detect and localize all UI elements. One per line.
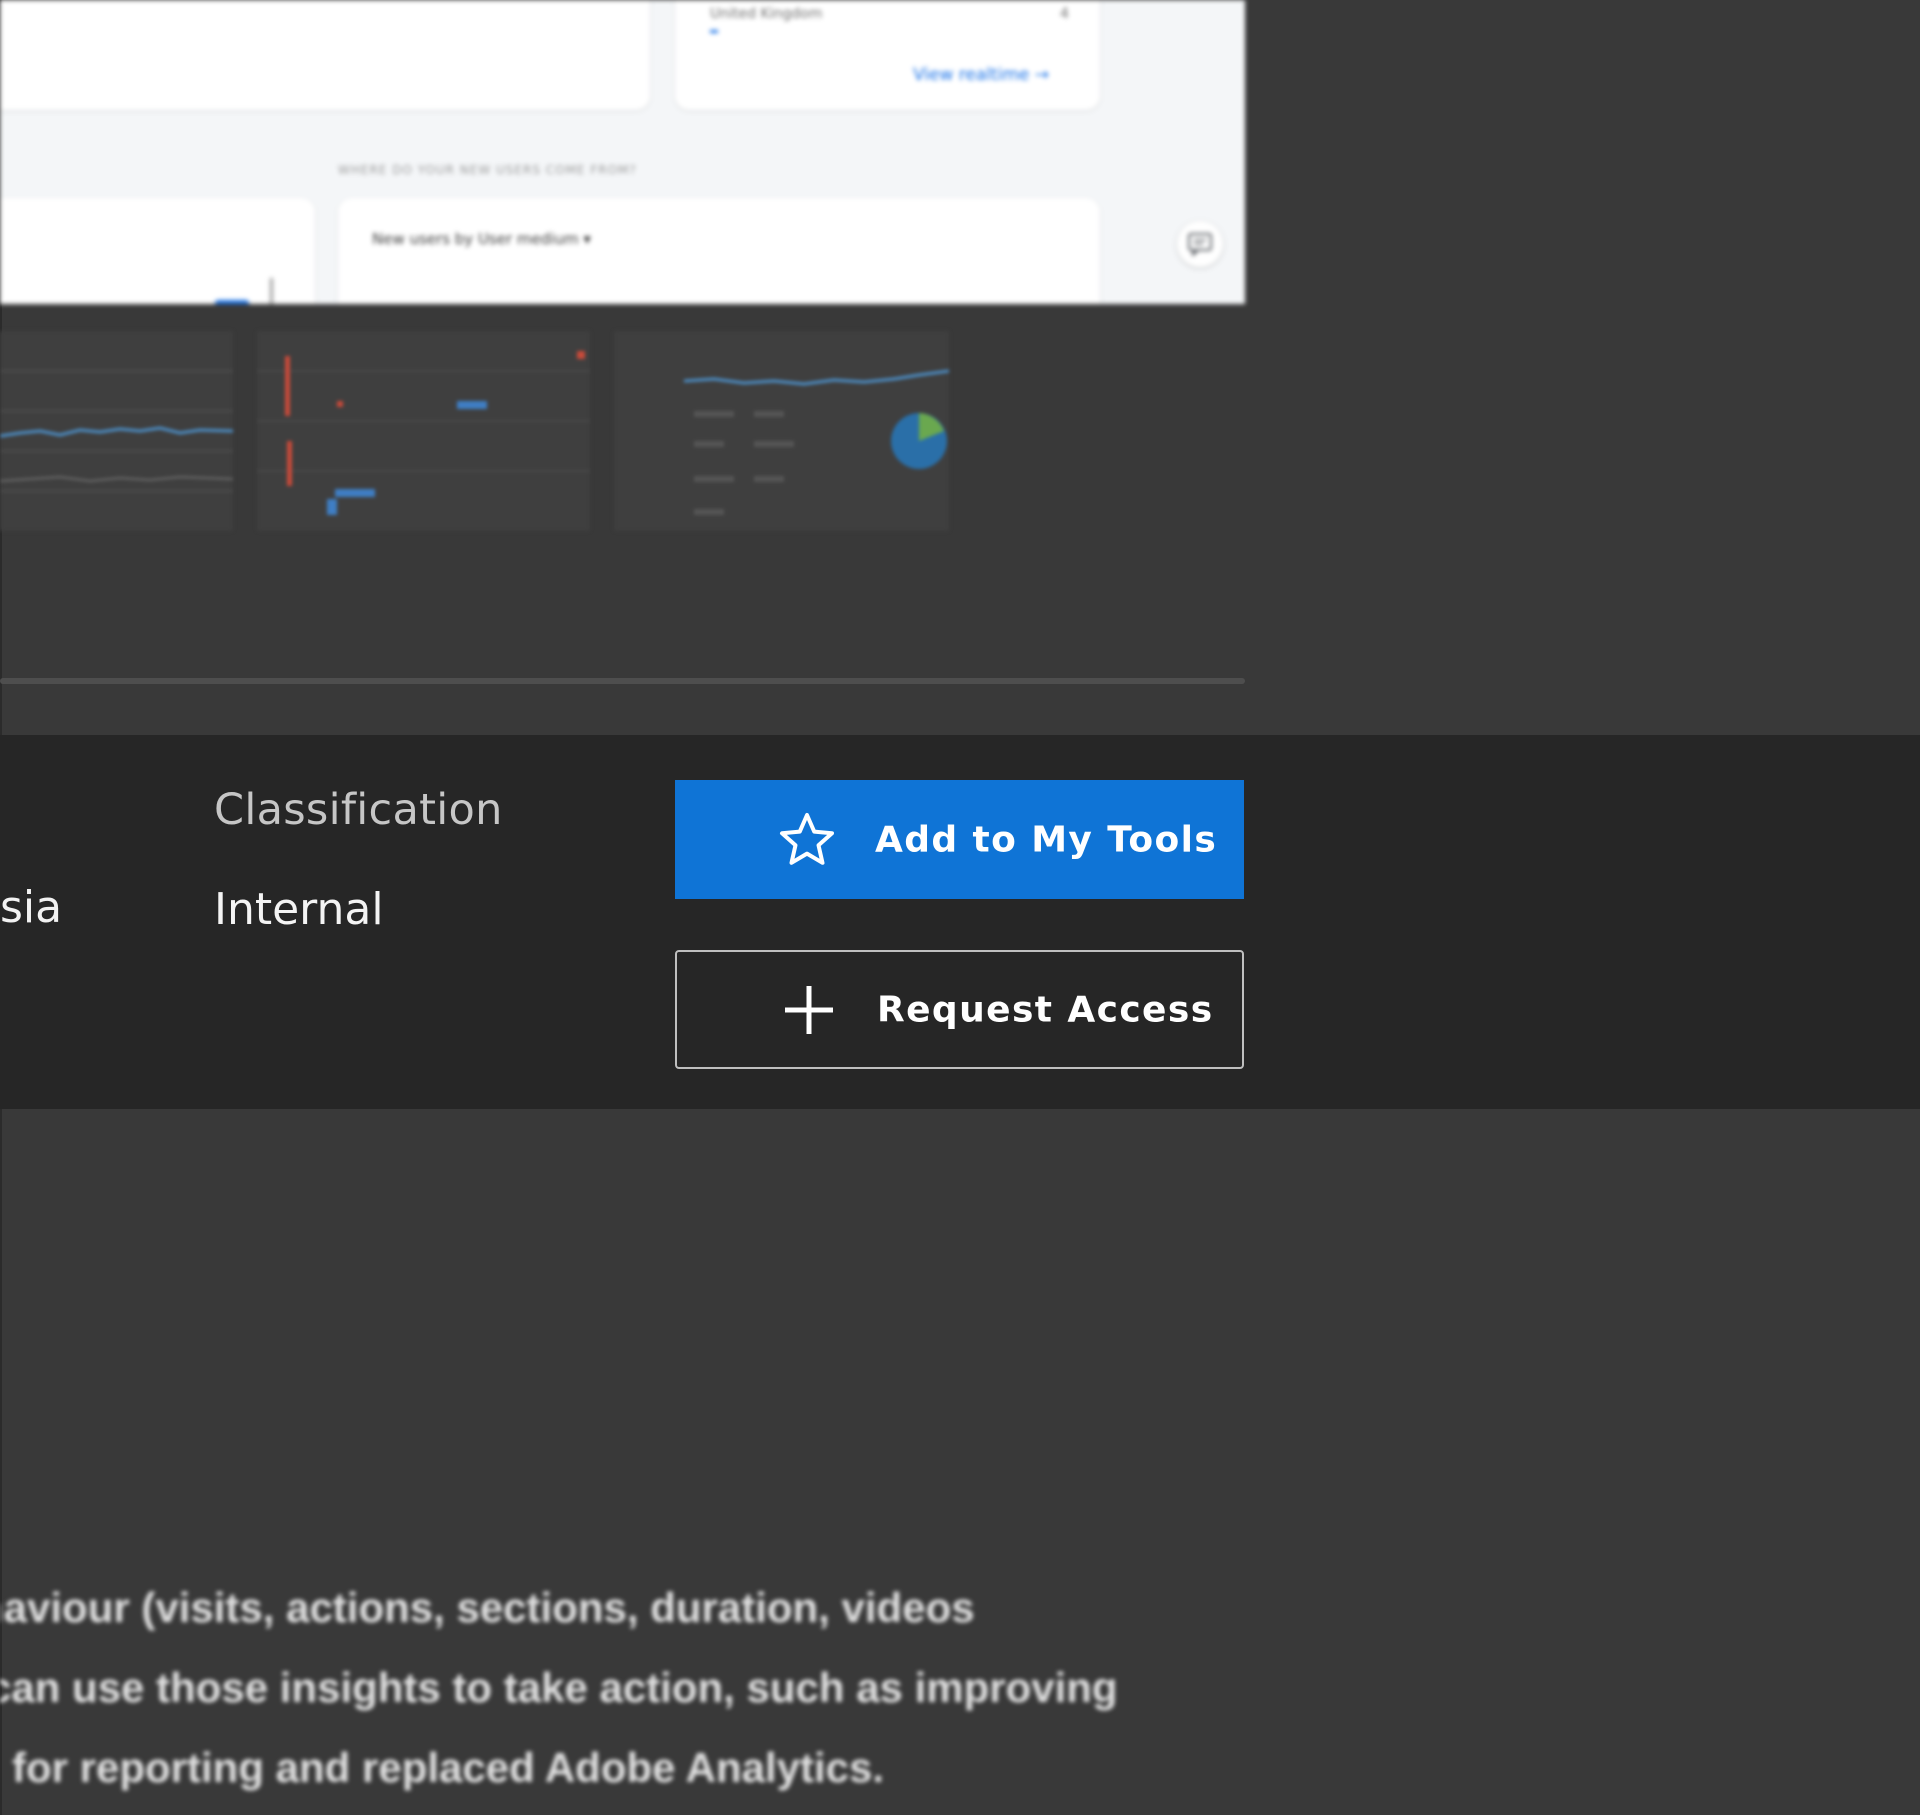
preview-country-count: 4 — [1060, 6, 1069, 22]
preview-view-realtime-link: View realtime → — [913, 65, 1050, 85]
screenshot-thumbnail-3[interactable] — [614, 331, 949, 531]
preview-card-bottom-left — [0, 198, 315, 304]
thumbnail-line-chart-graphic — [0, 370, 233, 492]
chat-feedback-icon — [1188, 233, 1212, 256]
carousel-scrollbar[interactable] — [0, 678, 1245, 684]
preview-card-bottom-right: New users by User medium ▾ — [338, 198, 1100, 304]
classification-value: Internal — [214, 884, 384, 935]
thumbnail-scatter-graphic — [257, 351, 590, 515]
preview-card-title: New users by User medium ▾ — [372, 230, 591, 248]
tool-description: haviour (visits, actions, sections, dura… — [0, 1568, 1245, 1808]
preview-section-heading: WHERE DO YOUR NEW USERS COME FROM? — [338, 163, 637, 177]
preview-bar — [710, 30, 718, 33]
star-outline-icon — [775, 808, 839, 872]
preview-chart-tick — [270, 278, 273, 304]
description-line: for reporting and replaced Adobe Analyti… — [12, 1744, 885, 1791]
thumbnail-dashboard-graphic — [683, 369, 949, 515]
screenshot-thumbnail-2[interactable] — [257, 331, 590, 531]
screenshot-thumbnail-1[interactable] — [0, 331, 233, 531]
plus-icon — [777, 978, 841, 1042]
classification-label: Classification — [214, 785, 503, 835]
preview-card-top-right: United Kingdom 4 View realtime → — [675, 0, 1100, 110]
add-to-my-tools-button[interactable]: Add to My Tools — [675, 780, 1244, 899]
add-to-my-tools-label: Add to My Tools — [875, 819, 1218, 860]
description-line: haviour (visits, actions, sections, dura… — [0, 1584, 975, 1631]
preview-country-row: United Kingdom — [710, 6, 823, 22]
region-value: sia — [0, 882, 63, 933]
description-line: can use those insights to take action, s… — [0, 1664, 1118, 1711]
screenshot-preview[interactable]: United Kingdom 4 View realtime → WHERE D… — [0, 0, 1245, 304]
request-access-label: Request Access — [877, 989, 1214, 1030]
preview-card-top-left — [0, 0, 650, 110]
preview-chart-bar — [215, 300, 249, 304]
preview-feedback-button — [1177, 221, 1223, 267]
request-access-button[interactable]: Request Access — [675, 950, 1244, 1069]
